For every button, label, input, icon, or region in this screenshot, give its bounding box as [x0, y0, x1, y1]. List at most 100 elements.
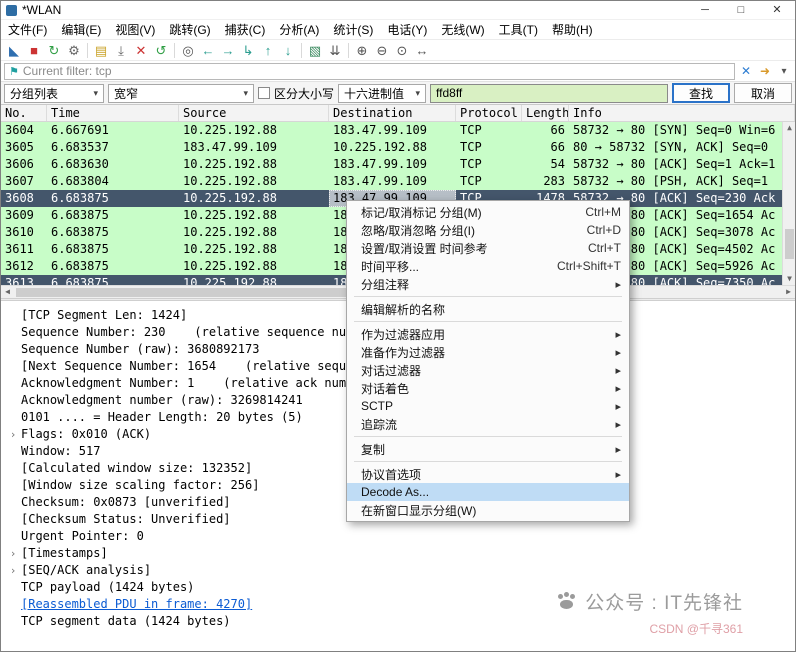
detail-line[interactable]: ›[Timestamps] [5, 545, 795, 562]
context-menu-item[interactable]: 准备作为过滤器▸ [347, 343, 629, 361]
maximize-button[interactable]: □ [723, 1, 759, 19]
menu-item[interactable]: 捕获(C) [218, 19, 273, 40]
zoom-reset-icon[interactable]: ⊙ [392, 41, 412, 60]
search-charset-select[interactable]: 宽窄 ▾ [108, 84, 254, 103]
minimize-button[interactable]: ─ [687, 1, 723, 19]
packet-cell-source[interactable]: 10.225.192.88 [179, 122, 329, 139]
context-menu-item[interactable]: SCTP▸ [347, 397, 629, 415]
menu-item[interactable]: 帮助(H) [545, 19, 600, 40]
packet-cell-source[interactable]: 10.225.192.88 [179, 241, 329, 258]
packet-cell-source[interactable]: 10.225.192.88 [179, 156, 329, 173]
context-menu-item[interactable]: 对话过滤器▸ [347, 361, 629, 379]
menu-item[interactable]: 分析(A) [272, 19, 326, 40]
filter-dropdown-icon[interactable]: ▾ [776, 66, 792, 77]
context-menu-item[interactable]: 作为过滤器应用▸ [347, 325, 629, 343]
context-menu-item[interactable]: 分组注释▸ [347, 275, 629, 293]
packet-cell-no[interactable]: 3608 [1, 190, 47, 207]
menu-item[interactable]: 电话(Y) [380, 19, 434, 40]
packet-cell-no[interactable]: 3609 [1, 207, 47, 224]
context-menu-item[interactable]: Decode As... [347, 483, 629, 501]
packet-row[interactable]: 36056.683537183.47.99.10910.225.192.88TC… [1, 139, 795, 156]
menu-item[interactable]: 编辑(E) [54, 19, 108, 40]
vertical-scrollbar[interactable]: ▲ ▼ [782, 122, 795, 285]
menu-item[interactable]: 文件(F) [1, 19, 54, 40]
menu-item[interactable]: 视图(V) [108, 19, 162, 40]
column-header-no[interactable]: No. [1, 105, 47, 121]
packet-cell-length[interactable]: 66 [522, 139, 569, 156]
packet-cell-destination[interactable]: 183.47.99.109 [329, 122, 456, 139]
column-header-source[interactable]: Source [179, 105, 329, 121]
detail-line[interactable]: TCP payload (1424 bytes) [5, 579, 795, 596]
column-header-time[interactable]: Time [47, 105, 179, 121]
vertical-scroll-track[interactable] [783, 134, 795, 273]
goto-packet-icon[interactable]: ↳ [238, 41, 258, 60]
restart-capture-icon[interactable]: ↻ [44, 41, 64, 60]
start-capture-icon[interactable]: ◣ [4, 41, 24, 60]
filter-bookmark-icon[interactable]: ⚑ [9, 65, 19, 78]
packet-cell-info[interactable]: 58732 → 80 [ACK] Seq=1 Ack=1 [569, 156, 795, 173]
packet-cell-destination[interactable]: 183.47.99.109 [329, 173, 456, 190]
reload-icon[interactable]: ↺ [151, 41, 171, 60]
packet-cell-protocol[interactable]: TCP [456, 156, 522, 173]
open-file-icon[interactable]: ▤ [91, 41, 111, 60]
packet-cell-time[interactable]: 6.683875 [47, 258, 179, 275]
packet-cell-time[interactable]: 6.683875 [47, 224, 179, 241]
context-menu-item[interactable]: 设置/取消设置 时间参考Ctrl+T [347, 239, 629, 257]
packet-cell-time[interactable]: 6.683875 [47, 207, 179, 224]
packet-cell-protocol[interactable]: TCP [456, 122, 522, 139]
packet-cell-source[interactable]: 10.225.192.88 [179, 207, 329, 224]
vertical-scroll-thumb[interactable] [785, 229, 794, 260]
scroll-down-icon[interactable]: ▼ [783, 273, 796, 285]
scroll-right-icon[interactable]: ▶ [782, 286, 795, 298]
packet-cell-source[interactable]: 10.225.192.88 [179, 190, 329, 207]
packet-cell-destination[interactable]: 10.225.192.88 [329, 139, 456, 156]
detail-line[interactable]: [Reassembled PDU in frame: 4270] [5, 596, 795, 613]
detail-line[interactable]: TCP segment data (1424 bytes) [5, 613, 795, 630]
detail-line[interactable]: Urgent Pointer: 0 [5, 528, 795, 545]
packet-cell-no[interactable]: 3612 [1, 258, 47, 275]
packet-cell-protocol[interactable]: TCP [456, 173, 522, 190]
packet-cell-protocol[interactable]: TCP [456, 139, 522, 156]
packet-cell-info[interactable]: 80 → 58732 [SYN, ACK] Seq=0 [569, 139, 795, 156]
zoom-out-icon[interactable]: ⊖ [372, 41, 392, 60]
cancel-button[interactable]: 取消 [734, 83, 792, 103]
packet-cell-length[interactable]: 66 [522, 122, 569, 139]
menu-item[interactable]: 工具(T) [492, 19, 545, 40]
packet-cell-no[interactable]: 3606 [1, 156, 47, 173]
display-filter-input[interactable]: ⚑ Current filter: tcp [4, 63, 735, 80]
filter-clear-icon[interactable]: ✕ [738, 64, 754, 78]
packet-cell-source[interactable]: 10.225.192.88 [179, 224, 329, 241]
packet-cell-length[interactable]: 283 [522, 173, 569, 190]
detail-link[interactable]: [Reassembled PDU in frame: 4270] [21, 596, 252, 613]
close-button[interactable]: ✕ [759, 1, 795, 19]
packet-cell-info[interactable]: 58732 → 80 [SYN] Seq=0 Win=6 [569, 122, 795, 139]
packet-cell-length[interactable]: 54 [522, 156, 569, 173]
context-menu-item[interactable]: 忽略/取消忽略 分组(I)Ctrl+D [347, 221, 629, 239]
close-file-icon[interactable]: ✕ [131, 41, 151, 60]
packet-cell-no[interactable]: 3604 [1, 122, 47, 139]
save-file-icon[interactable]: ⤓ [111, 41, 131, 60]
context-menu-item[interactable]: 时间平移...Ctrl+Shift+T [347, 257, 629, 275]
expand-arrow-icon[interactable]: › [5, 545, 21, 562]
packet-cell-no[interactable]: 3613 [1, 275, 47, 285]
packet-row[interactable]: 36076.68380410.225.192.88183.47.99.109TC… [1, 173, 795, 190]
packet-cell-destination[interactable]: 183.47.99.109 [329, 156, 456, 173]
capture-options-icon[interactable]: ⚙ [64, 41, 84, 60]
context-menu-item[interactable]: 在新窗口显示分组(W) [347, 501, 629, 519]
packet-cell-info[interactable]: 58732 → 80 [PSH, ACK] Seq=1 [569, 173, 795, 190]
expand-arrow-icon[interactable]: › [5, 562, 21, 579]
packet-cell-time[interactable]: 6.667691 [47, 122, 179, 139]
packet-cell-time[interactable]: 6.683875 [47, 241, 179, 258]
autoscroll-icon[interactable]: ⇊ [325, 41, 345, 60]
column-header-length[interactable]: Length [522, 105, 569, 121]
packet-cell-no[interactable]: 3605 [1, 139, 47, 156]
detail-line[interactable]: ›[SEQ/ACK analysis] [5, 562, 795, 579]
context-menu-item[interactable]: 对话着色▸ [347, 379, 629, 397]
search-input[interactable] [430, 84, 668, 103]
search-type-select[interactable]: 十六进制值 ▾ [338, 84, 426, 103]
menu-item[interactable]: 统计(S) [326, 19, 380, 40]
packet-cell-time[interactable]: 6.683875 [47, 190, 179, 207]
packet-cell-time[interactable]: 6.683804 [47, 173, 179, 190]
packet-cell-source[interactable]: 10.225.192.88 [179, 258, 329, 275]
last-packet-icon[interactable]: ↓ [278, 41, 298, 60]
